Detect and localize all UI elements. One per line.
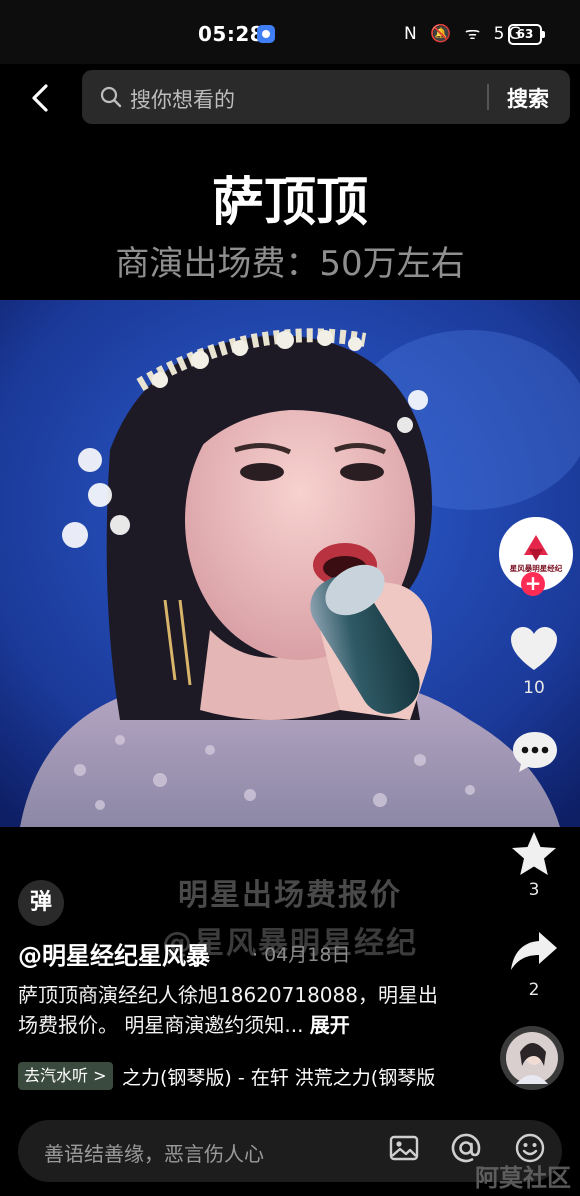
expand-button[interactable]: 展开 [310,1013,350,1037]
comment-icon[interactable] [511,730,559,774]
search-icon [100,86,122,108]
music-disc[interactable] [500,1026,564,1090]
follow-button[interactable]: + [521,572,545,596]
open-music-app-button[interactable]: 去汽水听 > [18,1062,113,1090]
search-button[interactable]: 搜索 [507,83,549,113]
music-title[interactable]: 之力(钢琴版) - 在轩 洪荒之力(钢琴版 [122,1063,444,1090]
status-time: 05:28 [198,22,265,46]
search-divider [487,84,489,110]
recording-indicator-icon [257,25,275,43]
author-name[interactable]: @明星经纪星风暴 [18,936,210,971]
corner-watermark: 阿莫社区 [475,1164,571,1192]
music-cover-image [500,1026,564,1090]
back-arrow-icon[interactable] [24,80,60,116]
share-arrow-icon[interactable] [509,930,559,972]
favorite-count: 3 [528,880,540,900]
danmaku-toggle-button[interactable]: 弹 [18,880,64,926]
like-heart-icon[interactable] [509,626,559,672]
description-text: 萨顶顶商演经纪人徐旭18620718088，明星出场费报价。 明星商演邀约须知.… [18,983,438,1037]
search-input[interactable]: 搜你想看的 [130,84,235,114]
like-count: 10 [523,678,545,698]
battery-icon: 63 [508,24,545,45]
share-count: 2 [528,980,540,1000]
video-frame-image[interactable] [0,300,580,827]
comment-input[interactable]: 善语结善缘，恶言伤人心 [44,1138,264,1167]
post-description[interactable]: 萨顶顶商演经纪人徐旭18620718088，明星出场费报价。 明星商演邀约须知.… [18,980,438,1040]
post-date: · 04月18日 [252,944,351,966]
video-title: 萨顶顶 [211,172,368,233]
video-subtitle: 商演出场费：50万左右 [115,244,465,284]
image-icon[interactable] [388,1132,420,1164]
favorite-star-icon[interactable] [509,830,559,878]
watermark-line-1: 明星出场费报价 [178,878,402,913]
